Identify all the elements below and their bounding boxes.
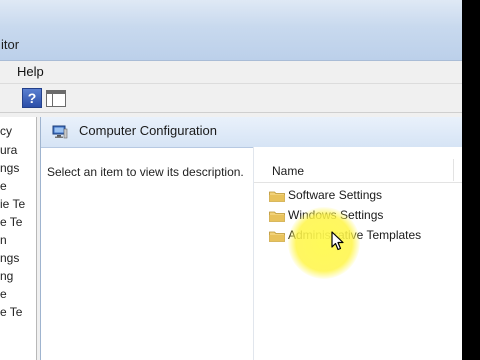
computer-icon [52, 125, 68, 139]
menu-bar: Help [0, 61, 462, 84]
tree-node[interactable]: ie Te [0, 197, 25, 211]
column-separator[interactable] [453, 159, 454, 181]
mouse-cursor-icon [331, 231, 344, 251]
tree-pane[interactable]: cy ura ngs e ie Te e Te n ngs ng e e Te [0, 117, 37, 360]
view-columns-icon[interactable] [46, 90, 66, 107]
tree-node[interactable]: e Te [0, 215, 22, 229]
screen: itor Help ? cy ura ngs e ie Te e Te n ng… [0, 0, 462, 360]
help-icon[interactable]: ? [22, 88, 42, 108]
detail-header-title: Computer Configuration [79, 123, 218, 138]
column-header[interactable]: Name [254, 159, 462, 183]
description-text: Select an item to view its description. [47, 165, 244, 179]
tree-node[interactable]: n [0, 233, 7, 247]
tree-node[interactable]: ngs [0, 161, 19, 175]
tree-node[interactable]: e Te [0, 305, 22, 319]
column-header-name[interactable]: Name [272, 164, 304, 178]
folder-icon [269, 231, 285, 242]
window-title: itor [1, 37, 20, 52]
folder-icon [269, 211, 285, 222]
folder-icon [269, 191, 285, 202]
tree-node[interactable]: ura [0, 143, 17, 157]
work-area: cy ura ngs e ie Te e Te n ngs ng e e Te … [0, 113, 462, 360]
detail-pane: Computer Configuration Select an item to… [40, 117, 462, 360]
tree-node[interactable]: e [0, 179, 7, 193]
tree-node[interactable]: cy [0, 124, 12, 138]
window-titlebar: itor [0, 0, 462, 61]
tree-node[interactable]: e [0, 287, 7, 301]
list-item-label: Software Settings [288, 188, 383, 202]
menu-help[interactable]: Help [17, 64, 44, 79]
tree-node[interactable]: ngs [0, 251, 19, 265]
cursor-highlight [288, 207, 360, 279]
letterbox-right [462, 0, 480, 360]
tree-node[interactable]: ng [0, 269, 13, 283]
detail-header: Computer Configuration [41, 117, 462, 148]
toolbar: ? [0, 84, 462, 113]
